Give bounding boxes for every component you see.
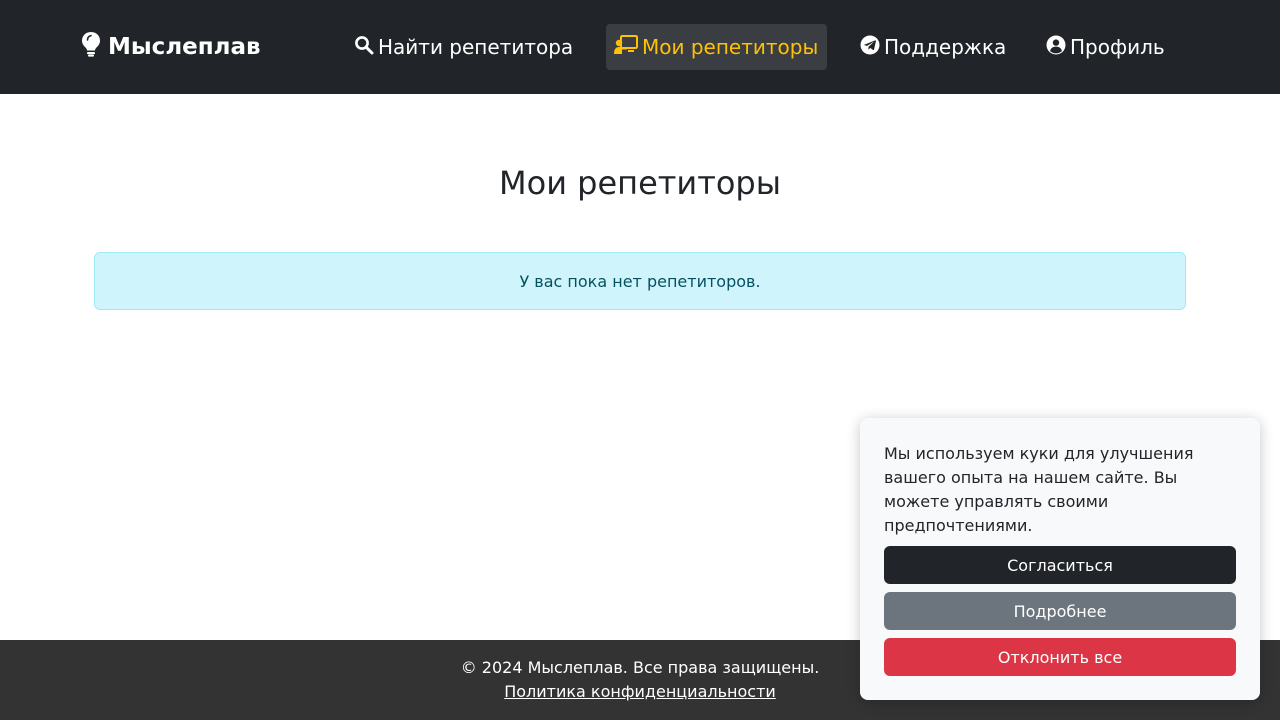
page-title: Мои репетиторы xyxy=(499,164,781,202)
nav-item-label: Профиль xyxy=(1070,35,1165,59)
search-icon xyxy=(354,35,374,60)
empty-tutors-message: У вас пока нет репетиторов. xyxy=(519,271,761,291)
navbar: Мыслеплав Найти репетитора Мои репетитор… xyxy=(0,0,1280,94)
nav-item-label: Поддержка xyxy=(884,35,1007,59)
nav-item-find-tutor[interactable]: Найти репетитора xyxy=(346,24,581,70)
telegram-icon xyxy=(860,35,880,60)
cookie-consent-text: Мы используем куки для улучшения вашего … xyxy=(884,444,1194,535)
nav-item-label: Мои репетиторы xyxy=(642,35,819,59)
decline-all-cookies-button[interactable]: Отклонить все xyxy=(884,638,1236,676)
empty-tutors-alert: У вас пока нет репетиторов. xyxy=(94,252,1186,310)
brand-name: Мыслеплав xyxy=(108,34,261,60)
cookie-details-button[interactable]: Подробнее xyxy=(884,592,1236,630)
accept-cookies-button[interactable]: Согласиться xyxy=(884,546,1236,584)
nav-item-my-tutors[interactable]: Мои репетиторы xyxy=(606,24,827,70)
lightbulb-icon xyxy=(80,31,102,63)
nav-item-support[interactable]: Поддержка xyxy=(852,24,1014,70)
brand-link[interactable]: Мыслеплав xyxy=(80,31,261,63)
cookie-consent-banner: Мы используем куки для улучшения вашего … xyxy=(860,418,1260,700)
nav-item-label: Найти репетитора xyxy=(378,35,574,59)
chalkboard-teacher-icon xyxy=(614,34,638,60)
nav-item-profile[interactable]: Профиль xyxy=(1038,24,1173,70)
user-circle-icon xyxy=(1046,35,1066,60)
privacy-policy-link[interactable]: Политика конфиденциальности xyxy=(504,682,776,701)
